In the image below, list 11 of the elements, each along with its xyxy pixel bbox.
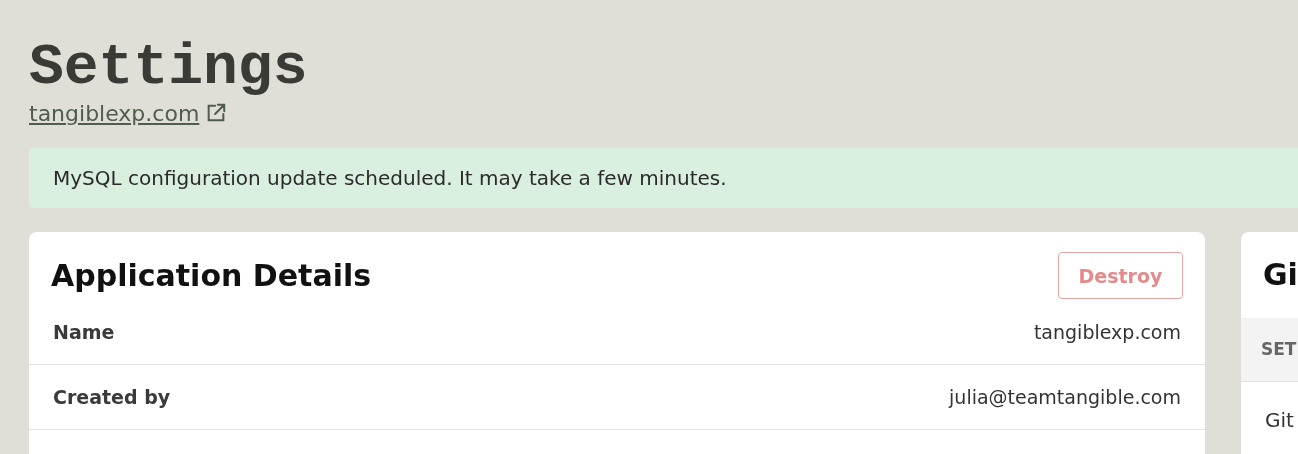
field-label: Name bbox=[53, 320, 115, 343]
page-title: Settings bbox=[29, 38, 308, 99]
list-item: Git bbox=[1264, 406, 1295, 432]
field-value: tangiblexp.com bbox=[1033, 320, 1181, 343]
field-label: Created by bbox=[53, 385, 171, 408]
site-link[interactable]: tangiblexp.com bbox=[29, 100, 228, 126]
section-header: SET bbox=[1241, 317, 1298, 382]
card-title: Gi bbox=[1262, 255, 1298, 294]
card-title: Application Details bbox=[51, 258, 372, 294]
field-value: julia@teamtangible.com bbox=[949, 385, 1181, 408]
alert-message: MySQL configuration update scheduled. It may take a few minutes. bbox=[29, 147, 1298, 208]
